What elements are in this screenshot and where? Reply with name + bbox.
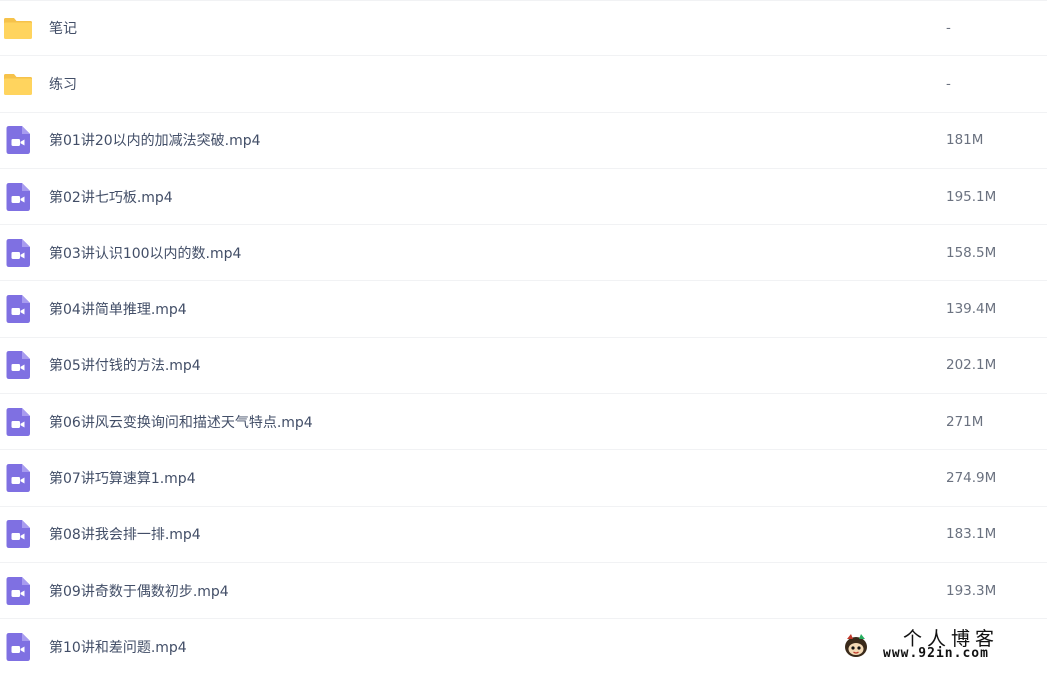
file-size: 139.4M [946, 301, 997, 318]
video-file-icon [3, 182, 33, 212]
video-file-icon [3, 576, 33, 606]
list-item[interactable]: 第01讲20以内的加减法突破.mp4 181M [0, 113, 1047, 169]
file-name: 第03讲认识100以内的数.mp4 [49, 245, 242, 262]
video-file-icon [3, 350, 33, 380]
file-size: - [946, 75, 951, 92]
list-item[interactable]: 第06讲风云变换询问和描述天气特点.mp4 271M [0, 394, 1047, 451]
file-name: 第06讲风云变换询问和描述天气特点.mp4 [49, 414, 313, 431]
file-size: 158.5M [946, 244, 997, 261]
video-file-icon [3, 407, 33, 437]
folder-icon [3, 69, 33, 99]
file-size: 193.3M [946, 582, 997, 599]
video-file-icon [3, 463, 33, 493]
watermark-url: www.92in.com [883, 646, 989, 661]
list-item[interactable]: 第09讲奇数于偶数初步.mp4 193.3M [0, 563, 1047, 620]
folder-icon [3, 13, 33, 43]
list-item[interactable]: 练习 - [0, 56, 1047, 113]
file-name: 笔记 [49, 21, 77, 38]
list-item[interactable]: 第05讲付钱的方法.mp4 202.1M [0, 338, 1047, 395]
video-file-icon [3, 125, 33, 155]
file-name: 第07讲巧算速算1.mp4 [49, 471, 196, 488]
file-name: 第01讲20以内的加减法突破.mp4 [49, 133, 261, 150]
watermark: 个人博客 www.92in.com [841, 626, 1033, 666]
video-file-icon [3, 238, 33, 268]
video-file-icon [3, 294, 33, 324]
file-size: 202.1M [946, 357, 997, 374]
file-name: 第09讲奇数于偶数初步.mp4 [49, 583, 229, 600]
file-size: 181M [946, 132, 984, 149]
file-size: 271M [946, 413, 984, 430]
file-name: 练习 [49, 76, 77, 93]
file-name: 第04讲简单推理.mp4 [49, 302, 187, 319]
video-file-icon [3, 519, 33, 549]
file-name: 第05讲付钱的方法.mp4 [49, 358, 201, 375]
video-file-icon [3, 632, 33, 662]
list-item[interactable]: 笔记 - [0, 0, 1047, 57]
list-item[interactable]: 第04讲简单推理.mp4 139.4M [0, 281, 1047, 338]
file-size: 195.1M [946, 188, 997, 205]
list-item[interactable]: 第07讲巧算速算1.mp4 274.9M [0, 450, 1047, 507]
list-item[interactable]: 第03讲认识100以内的数.mp4 158.5M [0, 225, 1047, 282]
list-item[interactable]: 第08讲我会排一排.mp4 183.1M [0, 507, 1047, 563]
file-size: 274.9M [946, 470, 997, 487]
file-name: 第08讲我会排一排.mp4 [49, 527, 201, 544]
mascot-logo-icon [841, 630, 871, 660]
list-item[interactable]: 第02讲七巧板.mp4 195.1M [0, 169, 1047, 226]
file-size: - [946, 20, 951, 37]
file-list: 笔记 - 练习 - 第01讲20以内的加减法突破.mp4 181M 第02讲七巧… [0, 0, 1047, 676]
file-size: 183.1M [946, 526, 997, 543]
file-name: 第10讲和差问题.mp4 [49, 640, 187, 657]
file-name: 第02讲七巧板.mp4 [49, 189, 173, 206]
